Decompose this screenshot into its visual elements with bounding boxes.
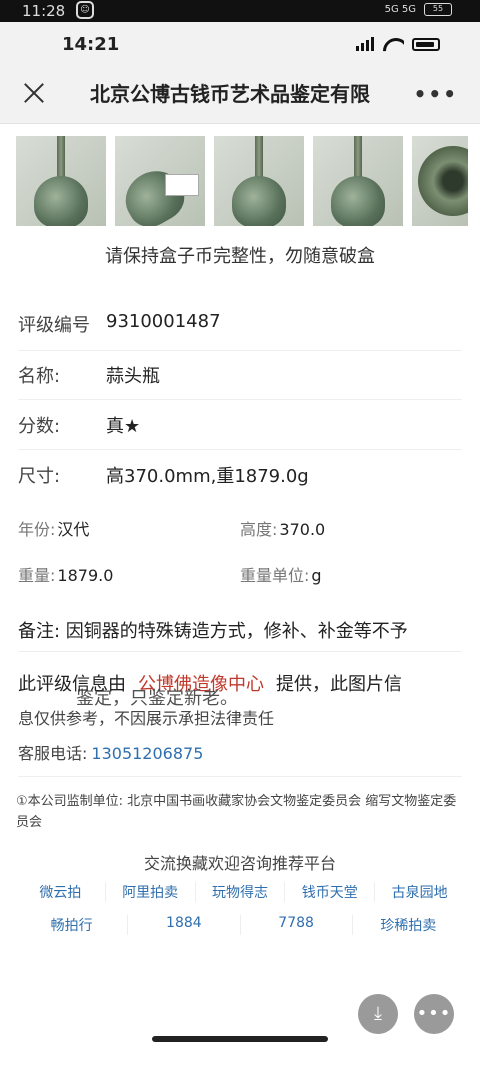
field-row-name: 名称: 蒜头瓶: [18, 350, 462, 400]
platform-link[interactable]: 阿里拍卖: [106, 882, 196, 902]
attr-height: 高度: 370.0: [240, 516, 325, 540]
outer-time: 11:28: [22, 2, 66, 20]
platform-link[interactable]: 古泉园地: [375, 882, 464, 902]
thumbnail-image[interactable]: [115, 136, 205, 226]
thumbnail-image[interactable]: [412, 136, 468, 226]
platform-link[interactable]: 钱币天堂: [285, 882, 376, 902]
divider: [18, 776, 462, 777]
attr-label: 重量单位:: [240, 566, 310, 585]
platform-links-row-1: 微云拍 阿里拍卖 玩物得志 钱币天堂 古泉园地: [16, 882, 464, 902]
platform-title: 交流换藏欢迎咨询推荐平台: [143, 854, 336, 873]
signal-label: 5G 5G: [384, 4, 416, 15]
page-title: 北京公博古钱币艺术品鉴定有限: [90, 82, 370, 106]
image-gallery: [16, 136, 468, 226]
attr-year: 年份: 汉代: [18, 516, 89, 540]
wifi-icon: [382, 36, 404, 52]
thumbnail-image[interactable]: [16, 136, 106, 226]
attr-weight: 重量: 1879.0: [18, 562, 113, 586]
notice-text: 请保持盒子币完整性，勿随意破盒: [105, 246, 375, 267]
attr-weight-unit: 重量单位: g: [240, 562, 322, 586]
phone-number-link[interactable]: 13051206875: [91, 744, 203, 763]
main-content: 请保持盒子币完整性，勿随意破盒 评级编号 9310001487 名称: 蒜头瓶 …: [0, 124, 480, 1067]
inner-time: 14:21: [62, 34, 120, 55]
field-label: 评级编号: [18, 315, 90, 336]
field-value: 高370.0mm,重1879.0g: [106, 466, 309, 487]
field-label: 分数:: [18, 416, 61, 437]
field-row-size: 尺寸: 高370.0mm,重1879.0g: [18, 450, 462, 500]
remark-text: 备注: 因铜器的特殊铸造方式，修补、补金等不予: [18, 621, 408, 642]
close-icon[interactable]: [22, 81, 46, 105]
download-button[interactable]: ⤓: [358, 994, 398, 1034]
field-value: 蒜头瓶: [106, 366, 160, 387]
platform-link[interactable]: 珍稀拍卖: [353, 915, 464, 935]
outer-status-bar: 11:28 ☺ 5G 5G 55: [0, 0, 480, 22]
more-icon[interactable]: •••: [414, 82, 458, 106]
field-row-score: 分数: 真★: [18, 400, 462, 450]
customer-service-phone: 客服电话: 13051206875: [18, 740, 203, 764]
supervision-note: ①本公司监制单位: 北京中国书画收藏家协会文物鉴定委员会 缩写文物鉴定委员会: [16, 794, 457, 830]
more-options-button[interactable]: •••: [414, 994, 454, 1034]
field-value: 真★: [106, 416, 141, 437]
thumbnail-image[interactable]: [214, 136, 304, 226]
attr-value: 370.0: [279, 520, 326, 539]
source-suffix: 提供，此图片信: [276, 674, 402, 695]
attr-value: g: [311, 566, 322, 585]
platform-link[interactable]: 畅拍行: [16, 915, 129, 935]
field-row-grade-id: 评级编号 9310001487: [18, 299, 462, 351]
attr-label: 年份:: [18, 520, 56, 539]
field-label: 名称:: [18, 366, 61, 387]
attr-label: 高度:: [240, 520, 278, 539]
platform-link[interactable]: 1884: [128, 915, 241, 935]
inner-status-icons: [356, 36, 440, 52]
thumbnail-image[interactable]: [313, 136, 403, 226]
more-icon: •••: [416, 1003, 452, 1024]
battery-icon: 55: [424, 3, 452, 16]
page-indicator: 5/5: [24, 1006, 50, 1025]
attr-value: 1879.0: [57, 566, 114, 585]
platform-links-row-2: 畅拍行 1884 7788 珍稀拍卖: [16, 915, 464, 935]
platform-link[interactable]: 7788: [241, 915, 353, 935]
attr-value: 汉代: [57, 520, 90, 539]
battery-icon-inner: [412, 37, 440, 51]
attr-label: 重量:: [18, 566, 56, 585]
cellular-signal-icon: [356, 37, 374, 51]
home-indicator[interactable]: [152, 1036, 328, 1042]
notification-icon: ☺: [76, 1, 94, 19]
inner-status-bar: 14:21: [0, 22, 480, 64]
field-value: 9310001487: [106, 311, 221, 332]
phone-label: 客服电话:: [18, 744, 88, 763]
inner-screen: 14:21 北京公博古钱币艺术品鉴定有限 ••• 请保持盒子币完整性，勿随意破盒…: [0, 22, 480, 1067]
download-icon: ⤓: [374, 1003, 382, 1024]
navbar: 北京公博古钱币艺术品鉴定有限 •••: [0, 64, 480, 124]
platform-link[interactable]: 微云拍: [16, 882, 106, 902]
field-label: 尺寸:: [18, 466, 61, 487]
divider: [18, 651, 462, 652]
source-line-2: 息仅供参考，不因展示承担法律责任: [18, 709, 275, 728]
platform-link[interactable]: 玩物得志: [196, 882, 286, 902]
outer-status-icons: 5G 5G 55: [385, 3, 452, 16]
